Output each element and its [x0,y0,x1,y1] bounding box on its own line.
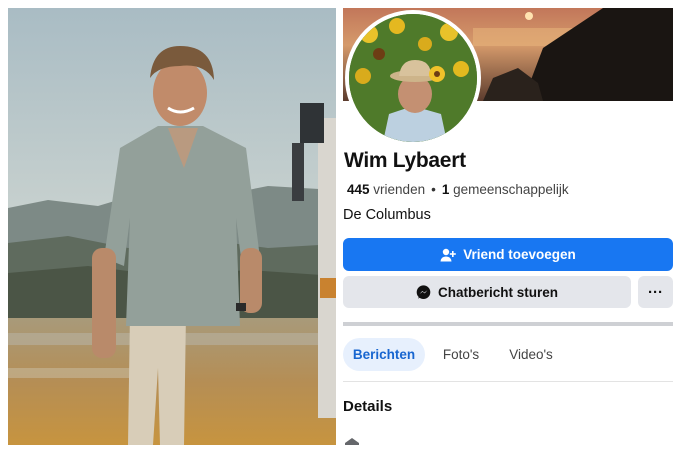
message-label: Chatbericht sturen [437,284,559,300]
friends-count: 445 [347,182,370,197]
friends-stats[interactable]: 445 vrienden • 1 gemeenschappelijk [347,182,569,197]
ellipsis-icon: ··· [648,283,663,301]
tab-fotos[interactable]: Foto's [435,338,487,371]
add-friend-label: Vriend toevoegen [463,247,576,262]
add-friend-button[interactable]: Vriend toevoegen [343,238,673,271]
profile-photo-large [8,8,336,445]
details-row-cutoff [343,436,493,445]
messenger-icon [416,284,431,300]
mutual-label: gemeenschappelijk [453,182,569,197]
message-button[interactable]: Chatbericht sturen [343,276,631,308]
facebook-profile: Wim Lybaert 445 vrienden • 1 gemeenschappe… [343,8,673,445]
workplace: De Columbus [343,207,431,223]
details-heading: Details [343,398,393,415]
tab-berichten[interactable]: Berichten [343,338,425,371]
profile-name: Wim Lybaert [344,149,466,172]
more-options-button[interactable]: ··· [638,276,673,308]
person-plus-icon [440,248,457,262]
friends-label: vrienden [373,182,426,197]
home-icon [343,436,363,445]
stats-separator: • [431,182,436,197]
tabs-divider [343,381,673,382]
section-divider [343,322,673,326]
profile-avatar[interactable] [345,10,481,146]
mutual-count: 1 [441,182,450,197]
tab-videos[interactable]: Video's [503,338,559,371]
